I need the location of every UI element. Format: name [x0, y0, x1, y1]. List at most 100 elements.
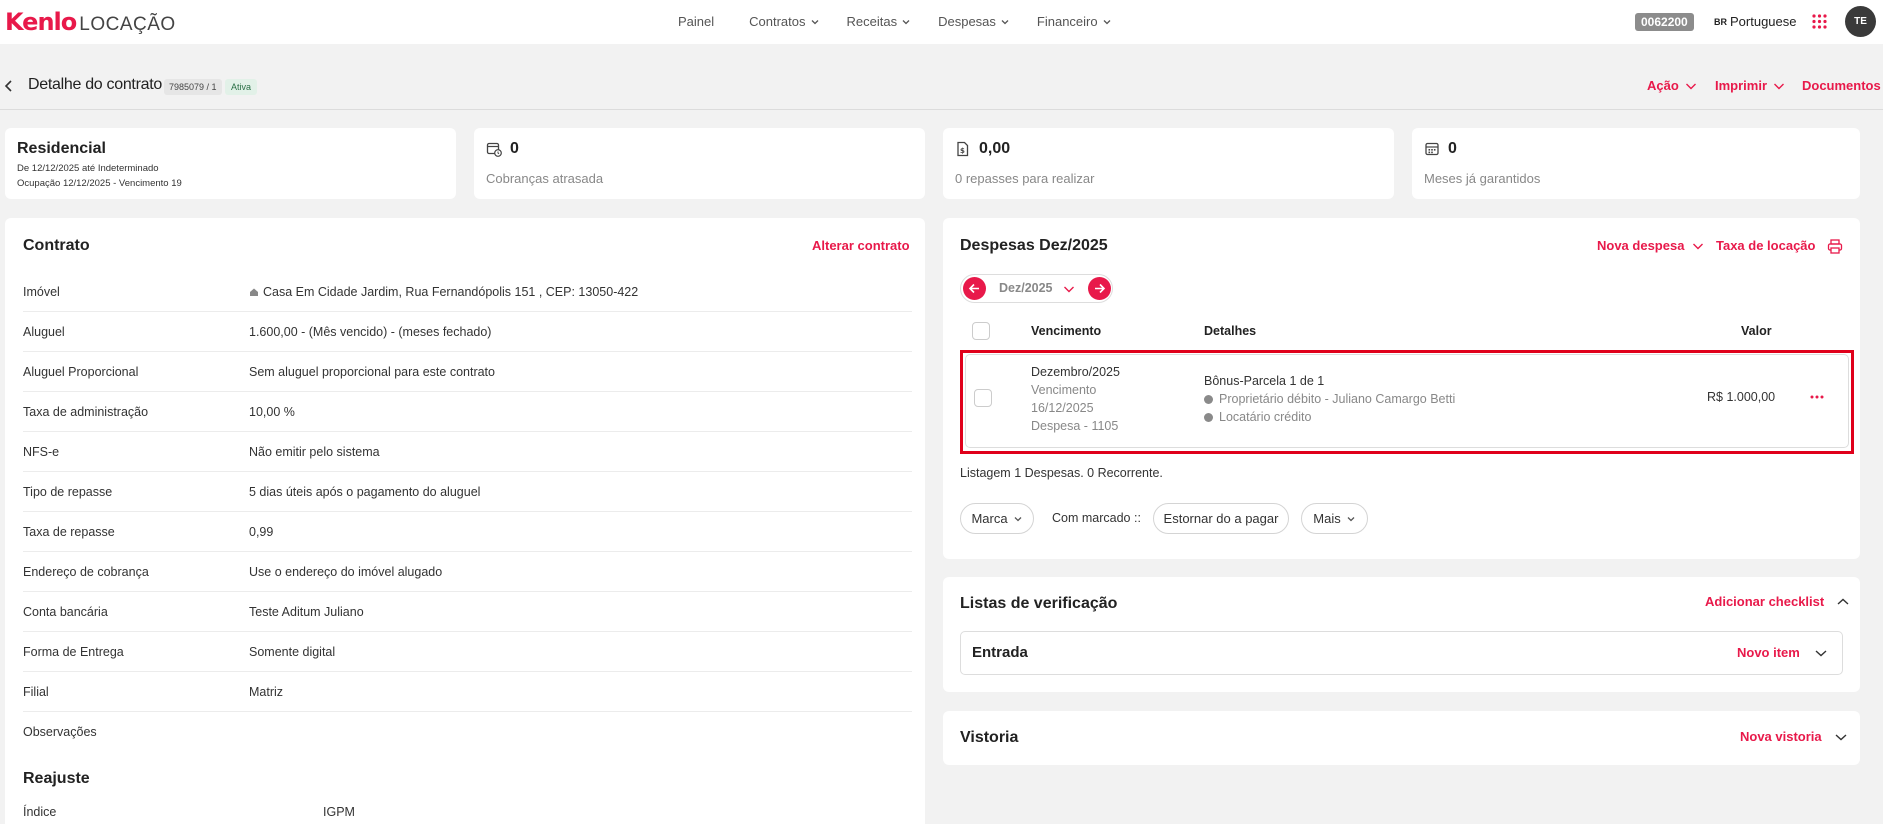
- contract-row: Conta bancária Teste Aditum Juliano: [23, 592, 912, 632]
- expense-number: Despesa - 1105: [1031, 419, 1119, 433]
- action-menu-button[interactable]: Ação: [1647, 78, 1697, 93]
- expense-tenant-line: Locatário crédito: [1204, 408, 1455, 426]
- new-item-link[interactable]: Novo item: [1737, 645, 1828, 660]
- back-arrow-icon[interactable]: [4, 79, 14, 93]
- guaranteed-card: 0 Meses já garantidos: [1412, 128, 1860, 199]
- contract-row: Filial Matriz: [23, 672, 912, 712]
- transfers-card: $0,00 0 repasses para realizar: [943, 128, 1394, 199]
- chevron-down-icon: [1774, 83, 1785, 89]
- row-label: Forma de Entrega: [23, 644, 124, 659]
- col-header-vencimento: Vencimento: [1031, 324, 1102, 338]
- home-icon: [250, 288, 258, 296]
- header-divider: [0, 109, 1883, 110]
- contract-occupancy: Ocupação 12/12/2025 - Vencimento 19: [17, 178, 182, 189]
- nav-receitas[interactable]: Receitas: [847, 14, 912, 29]
- row-value: Sem aluguel proporcional para este contr…: [249, 364, 495, 379]
- row-value: 0,99: [249, 524, 274, 539]
- contract-panel-title: Contrato: [23, 237, 90, 254]
- month-label[interactable]: Dez/2025: [999, 281, 1053, 295]
- calendar-icon: [1425, 142, 1439, 156]
- print-menu-button[interactable]: Imprimir: [1715, 78, 1785, 93]
- row-value: Somente digital: [249, 644, 336, 659]
- overdue-label: Cobranças atrasada: [486, 171, 604, 186]
- expense-amount: R$ 1.000,00: [1707, 390, 1776, 404]
- add-checklist-label: Adicionar checklist: [1705, 594, 1825, 609]
- expense-owner: Proprietário débito - Juliano Camargo Be…: [1219, 392, 1456, 406]
- nav-despesas-label: Despesas: [938, 14, 996, 29]
- action-menu-label: Ação: [1647, 78, 1679, 93]
- checklist-entry-title: Entrada: [972, 644, 1028, 661]
- row-label: Taxa de administração: [23, 404, 149, 419]
- page-title: Detalhe do contrato: [28, 76, 162, 93]
- nav-despesas[interactable]: Despesas: [938, 14, 1010, 29]
- row-value: Matriz: [249, 684, 284, 699]
- transfers-value: 0,00: [979, 140, 1011, 157]
- row-label: Endereço de cobrança: [23, 564, 149, 579]
- transfers-label: 0 repasses para realizar: [955, 171, 1095, 186]
- chevron-down-icon: [902, 19, 910, 24]
- contract-type: Residencial: [17, 140, 106, 157]
- checklist-entry[interactable]: Entrada Novo item: [960, 631, 1843, 675]
- row-label: Observações: [23, 725, 97, 739]
- contract-row: Observações: [23, 712, 912, 752]
- row-label: Filial: [23, 684, 49, 699]
- new-expense-label: Nova despesa: [1597, 238, 1685, 253]
- expense-due-block: Dezembro/2025 Vencimento 16/12/2025 Desp…: [1031, 363, 1120, 435]
- chevron-down-icon: [1103, 19, 1111, 24]
- documents-button[interactable]: Documentos: [1802, 78, 1881, 93]
- more-dropdown-label: Mais: [1313, 511, 1341, 526]
- contract-row: Aluguel Proporcional Sem aluguel proporci…: [23, 352, 912, 392]
- mark-dropdown[interactable]: Marca: [960, 503, 1034, 534]
- new-expense-button[interactable]: Nova despesa: [1597, 238, 1704, 253]
- contract-row: NFS-e Não emitir pelo sistema: [23, 432, 912, 472]
- rental-fee-link[interactable]: Taxa de locação: [1716, 238, 1815, 253]
- nav-receitas-label: Receitas: [846, 14, 898, 29]
- reverse-payable-button[interactable]: Estornar do a pagar: [1153, 503, 1289, 534]
- add-checklist-link[interactable]: Adicionar checklist: [1705, 594, 1850, 609]
- nav-contratos[interactable]: Contratos: [749, 14, 819, 29]
- user-avatar[interactable]: TE: [1845, 6, 1876, 37]
- apps-grid-icon[interactable]: [1812, 14, 1827, 29]
- expense-due-date: 16/12/2025: [1031, 401, 1094, 415]
- expense-owner-line: Proprietário débito - Juliano Camargo Be…: [1204, 390, 1455, 408]
- contract-row: Tipo de repasse 5 dias úteis após o pagam…: [23, 472, 912, 512]
- expenses-summary: Listagem 1 Despesas. 0 Recorrente.: [960, 466, 1163, 480]
- contract-id-badge: 7985079 / 1: [164, 79, 222, 95]
- app-logo[interactable]: Kenlo LOCAÇÃO: [5, 8, 176, 36]
- nav-contratos-label: Contratos: [749, 14, 806, 29]
- mark-dropdown-label: Marca: [971, 511, 1008, 526]
- contract-summary-card: Residencial De 12/12/2025 até Indetermin…: [5, 128, 456, 199]
- expense-row-checkbox[interactable]: [974, 389, 992, 407]
- contract-row: Taxa de administração 10,00 %: [23, 392, 912, 432]
- index-value: IGPM: [323, 805, 355, 819]
- contract-row: Aluguel 1.600,00 - (Mês vencido) - (meses…: [23, 312, 912, 352]
- row-value: 1.600,00 - (Mês vencido) - (meses fechad…: [249, 324, 492, 339]
- chevron-down-icon: [1014, 516, 1022, 521]
- nav-financeiro[interactable]: Financeiro: [1037, 14, 1112, 29]
- chevron-down-icon: [1001, 19, 1009, 24]
- checklists-title: Listas de verificação: [960, 595, 1118, 612]
- col-header-detalhes: Detalhes: [1204, 324, 1257, 338]
- more-options-icon[interactable]: [1810, 395, 1824, 399]
- next-month-button[interactable]: [1088, 277, 1111, 300]
- printer-icon[interactable]: [1827, 239, 1843, 254]
- nav-financeiro-label: Financeiro: [1036, 14, 1098, 29]
- status-badge: Ativa: [225, 79, 258, 95]
- select-all-checkbox[interactable]: [972, 322, 990, 340]
- row-label: Aluguel: [23, 324, 65, 339]
- money-document-icon: $: [957, 141, 969, 157]
- expense-due-label: Vencimento: [1031, 383, 1097, 397]
- edit-contract-link[interactable]: Alterar contrato: [812, 238, 910, 253]
- prev-month-button[interactable]: [963, 277, 986, 300]
- expenses-title: Despesas Dez/2025: [960, 237, 1108, 254]
- more-dropdown[interactable]: Mais: [1301, 503, 1368, 534]
- nav-painel[interactable]: Painel: [678, 14, 714, 29]
- chevron-down-icon[interactable]: [1063, 284, 1075, 294]
- row-value: 5 dias úteis após o pagamento do aluguel: [249, 484, 481, 499]
- status-dot-icon: [1204, 412, 1213, 422]
- chevron-down-icon: [1347, 516, 1355, 521]
- logo-locacao: LOCAÇÃO: [79, 14, 176, 35]
- chevron-down-icon: [1685, 83, 1696, 89]
- language-selector[interactable]: BR Portuguese: [1714, 14, 1797, 29]
- new-inspection-link[interactable]: Nova vistoria: [1740, 729, 1848, 744]
